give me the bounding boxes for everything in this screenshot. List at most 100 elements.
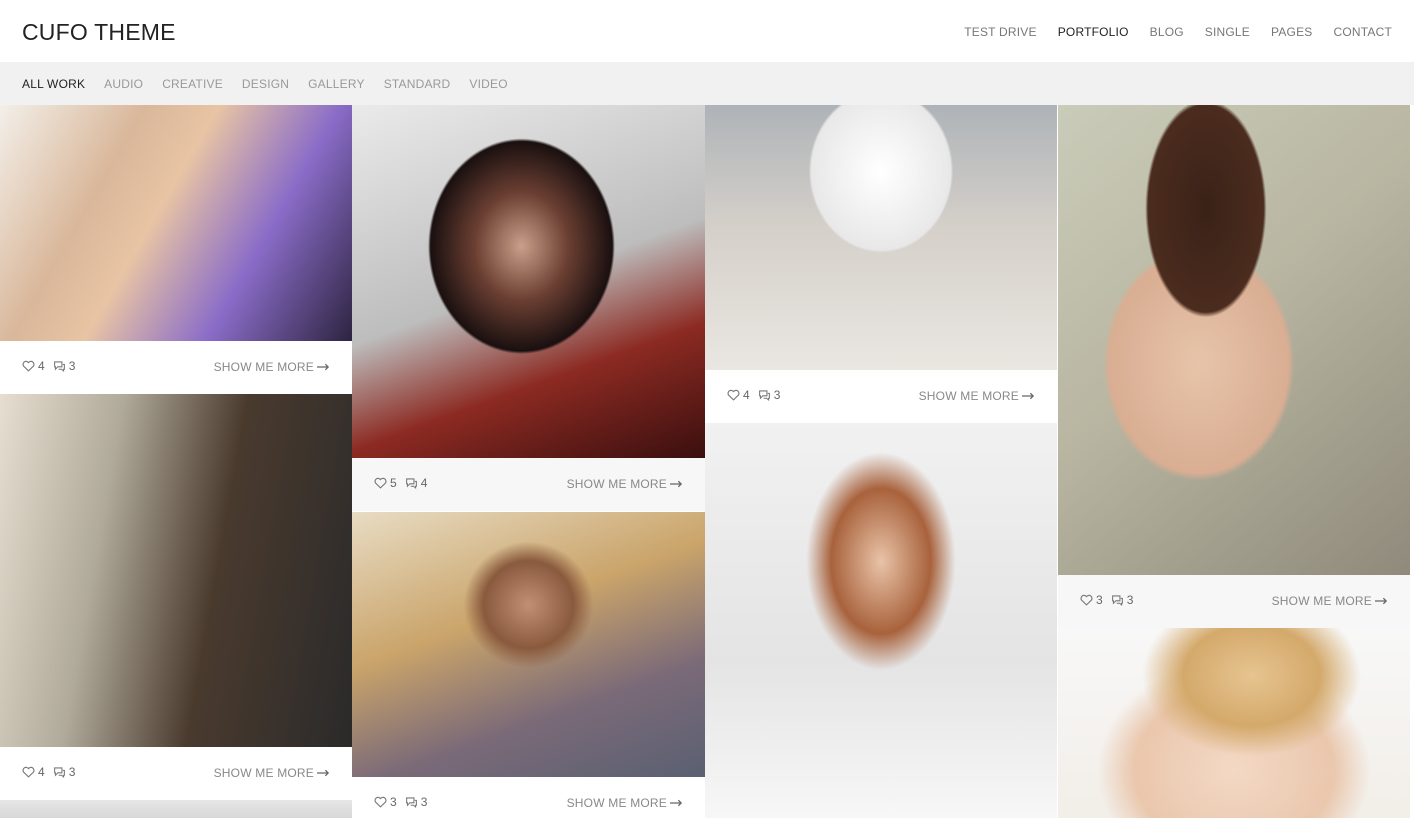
portfolio-image[interactable] (352, 512, 705, 777)
portfolio-card: 4 3 SHOW ME MORE (0, 394, 352, 800)
card-stats: 4 3 (22, 765, 75, 779)
comment-icon (758, 390, 770, 401)
comment-icon (1111, 595, 1123, 606)
filter-video[interactable]: VIDEO (469, 77, 507, 91)
like-count-value: 4 (38, 765, 45, 779)
comment-count[interactable]: 3 (405, 795, 428, 809)
portfolio-card: 4 3 SHOW ME MORE (705, 105, 1057, 423)
comment-icon (405, 797, 417, 808)
card-stats: 5 4 (374, 476, 427, 490)
comment-count-value: 3 (420, 795, 428, 809)
filter-standard[interactable]: STANDARD (384, 77, 451, 91)
portfolio-card: 3 3 SHOW ME MORE (1058, 105, 1410, 628)
card-meta: 4 3 SHOW ME MORE (0, 747, 352, 800)
card-meta: 4 3 SHOW ME MORE (0, 341, 352, 394)
nav-single[interactable]: SINGLE (1205, 25, 1250, 39)
comment-count-value: 3 (68, 765, 76, 779)
portfolio-card (0, 800, 352, 818)
like-count[interactable]: 3 (1080, 593, 1103, 607)
card-meta: 5 4 SHOW ME MORE (352, 458, 705, 511)
like-count-value: 4 (38, 359, 45, 373)
comment-count-value: 3 (773, 388, 781, 402)
like-count-value: 4 (743, 388, 750, 402)
comment-count-value: 3 (68, 359, 76, 373)
site-header: CUFO THEME TEST DRIVE PORTFOLIO BLOG SIN… (0, 0, 1414, 62)
card-stats: 4 3 (22, 359, 75, 373)
site-logo[interactable]: CUFO THEME (22, 19, 176, 46)
show-more-label: SHOW ME MORE (1271, 594, 1372, 608)
heart-icon (22, 766, 35, 778)
card-stats: 3 3 (1080, 593, 1133, 607)
like-count[interactable]: 4 (22, 359, 45, 373)
arrow-right-icon (670, 480, 683, 488)
comment-count[interactable]: 3 (758, 388, 781, 402)
filter-design[interactable]: DESIGN (242, 77, 289, 91)
portfolio-image[interactable] (0, 394, 352, 747)
heart-icon (727, 389, 740, 401)
card-meta: 3 3 SHOW ME MORE (1058, 575, 1410, 628)
card-stats: 3 3 (374, 795, 427, 809)
card-stats: 4 3 (727, 388, 780, 402)
portfolio-image[interactable] (352, 105, 705, 458)
portfolio-card (705, 423, 1057, 818)
portfolio-filters: ALL WORK AUDIO CREATIVE DESIGN GALLERY S… (22, 77, 508, 91)
portfolio-card: 4 3 SHOW ME MORE (0, 105, 352, 394)
show-more-link[interactable]: SHOW ME MORE (567, 477, 683, 491)
nav-pages[interactable]: PAGES (1271, 25, 1312, 39)
show-more-label: SHOW ME MORE (213, 360, 314, 374)
show-more-link[interactable]: SHOW ME MORE (214, 360, 330, 374)
comment-icon (53, 767, 65, 778)
comment-icon (405, 478, 417, 489)
heart-icon (374, 796, 387, 808)
filter-audio[interactable]: AUDIO (104, 77, 143, 91)
like-count[interactable]: 5 (374, 476, 397, 490)
heart-icon (1080, 594, 1093, 606)
show-more-link[interactable]: SHOW ME MORE (214, 766, 330, 780)
heart-icon (22, 360, 35, 372)
portfolio-card: 3 3 SHOW ME MORE (352, 512, 705, 818)
portfolio-image[interactable] (705, 105, 1057, 370)
like-count-value: 5 (390, 476, 397, 490)
show-more-label: SHOW ME MORE (213, 766, 314, 780)
card-meta: 3 3 SHOW ME MORE (352, 777, 705, 818)
show-more-label: SHOW ME MORE (918, 389, 1019, 403)
like-count[interactable]: 4 (727, 388, 750, 402)
show-more-link[interactable]: SHOW ME MORE (567, 796, 683, 810)
nav-contact[interactable]: CONTACT (1333, 25, 1392, 39)
filter-gallery[interactable]: GALLERY (308, 77, 365, 91)
arrow-right-icon (1375, 597, 1388, 605)
portfolio-card (1058, 628, 1410, 818)
comment-count[interactable]: 3 (53, 765, 76, 779)
portfolio-image[interactable] (1058, 105, 1410, 575)
portfolio-card: 5 4 SHOW ME MORE (352, 105, 705, 512)
show-more-label: SHOW ME MORE (566, 796, 667, 810)
portfolio-image[interactable] (0, 800, 352, 818)
comment-count[interactable]: 4 (405, 476, 427, 490)
portfolio-image[interactable] (1058, 628, 1410, 818)
like-count-value: 3 (1096, 593, 1103, 607)
like-count[interactable]: 4 (22, 765, 45, 779)
filter-creative[interactable]: CREATIVE (162, 77, 223, 91)
like-count[interactable]: 3 (374, 795, 397, 809)
show-more-link[interactable]: SHOW ME MORE (1272, 594, 1388, 608)
show-more-link[interactable]: SHOW ME MORE (919, 389, 1035, 403)
comment-count[interactable]: 3 (1111, 593, 1134, 607)
arrow-right-icon (1022, 392, 1035, 400)
comment-icon (53, 361, 65, 372)
comment-count[interactable]: 3 (53, 359, 76, 373)
like-count-value: 3 (390, 795, 397, 809)
nav-portfolio[interactable]: PORTFOLIO (1058, 25, 1129, 39)
card-meta: 4 3 SHOW ME MORE (705, 370, 1057, 423)
nav-blog[interactable]: BLOG (1150, 25, 1184, 39)
portfolio-image[interactable] (0, 105, 352, 341)
comment-count-value: 3 (1126, 593, 1134, 607)
filter-all-work[interactable]: ALL WORK (22, 77, 85, 91)
show-more-label: SHOW ME MORE (566, 477, 667, 491)
arrow-right-icon (317, 769, 330, 777)
portfolio-filter-bar: ALL WORK AUDIO CREATIVE DESIGN GALLERY S… (0, 62, 1414, 105)
heart-icon (374, 477, 387, 489)
main-nav: TEST DRIVE PORTFOLIO BLOG SINGLE PAGES C… (964, 25, 1392, 39)
arrow-right-icon (670, 799, 683, 807)
nav-test-drive[interactable]: TEST DRIVE (964, 25, 1036, 39)
portfolio-image[interactable] (705, 423, 1057, 818)
